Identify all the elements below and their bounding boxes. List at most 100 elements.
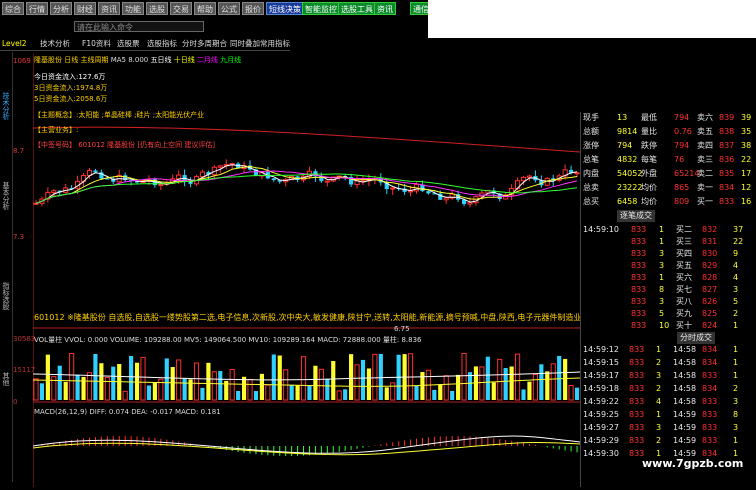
volume-bar bbox=[111, 366, 116, 400]
volume-bar bbox=[539, 364, 544, 400]
left-tab-2[interactable]: 指标选股 bbox=[1, 282, 11, 310]
bid-cell-q: 1 bbox=[659, 237, 665, 246]
toolbar-button-7[interactable]: 交易 bbox=[170, 2, 192, 15]
quote-cell-l2: 均价 bbox=[641, 183, 657, 192]
quote-cell-v1: 6458 bbox=[617, 197, 638, 206]
volume-bar bbox=[438, 384, 443, 400]
volume-bar bbox=[414, 385, 419, 400]
volume-bar bbox=[271, 354, 276, 400]
tick-cell-q2: 3 bbox=[733, 423, 739, 432]
volume-bar bbox=[93, 353, 98, 400]
fund-flow-3: 5日资金流入:2058.6万 bbox=[34, 95, 108, 103]
volume-bar bbox=[176, 359, 182, 401]
bid-cell-lv: 买七 bbox=[676, 285, 692, 294]
volume-bar bbox=[57, 365, 62, 400]
bid-cell-q: 1 bbox=[659, 273, 665, 282]
tick-cell-q: 2 bbox=[656, 358, 662, 367]
toolbar-button-9[interactable]: 公式 bbox=[218, 2, 240, 15]
volume-bar bbox=[164, 358, 169, 400]
bid-cell-bq: 1 bbox=[733, 321, 739, 330]
volume-bar bbox=[146, 385, 152, 400]
tick-cell-t2: 14:58 bbox=[673, 345, 697, 354]
tick-cell-q: 3 bbox=[656, 371, 662, 380]
quote-cell-l3: 卖二 bbox=[697, 169, 713, 178]
toolbar-button-1[interactable]: 行情 bbox=[26, 2, 48, 15]
quote-cell-v2: 65214 bbox=[674, 169, 700, 178]
volume-bar bbox=[479, 366, 485, 401]
analysis-tab-4[interactable]: 选股指标 bbox=[147, 39, 177, 49]
tick-row: 14:59:12 833 1 14:58 834 1 bbox=[581, 344, 756, 356]
candle-body bbox=[271, 178, 276, 181]
vol-header: VOL量柱 VVOL: 0.000 VOLUME: 109288.00 MV5:… bbox=[34, 336, 422, 344]
bid-row: 833 1 买六 828 4 bbox=[581, 272, 756, 284]
candle-body bbox=[93, 170, 98, 173]
volume-bar bbox=[229, 368, 235, 401]
ma-line-label-4: 九月线 bbox=[220, 56, 242, 64]
tick-row: 14:59:27 833 3 14:59 833 3 bbox=[581, 422, 756, 434]
analysis-tab-3[interactable]: 选股票 bbox=[117, 39, 140, 49]
trade-tab[interactable]: 逐笔成交 bbox=[581, 210, 756, 222]
volume-bar bbox=[366, 368, 372, 400]
quote-cell-q: 12 bbox=[741, 183, 752, 192]
volume-bar bbox=[307, 385, 312, 400]
bid-cell-q: 10 bbox=[659, 321, 670, 330]
ma-value: MA5 8.000 bbox=[110, 56, 149, 64]
toolbar-highlight-0[interactable]: 短线决策 bbox=[266, 2, 304, 15]
volume-bar bbox=[300, 356, 307, 401]
quote-cell-l3: 卖六 bbox=[697, 113, 713, 122]
analysis-tab-6[interactable]: 多周期合 bbox=[197, 39, 227, 49]
left-tab-0[interactable]: 技术分析 bbox=[1, 92, 11, 120]
blank-area bbox=[428, 0, 756, 38]
trade-tab-label[interactable]: 逐笔成交 bbox=[617, 210, 655, 222]
toolbar-button-8[interactable]: 帮助 bbox=[194, 2, 216, 15]
quote-cell-l2: 量比 bbox=[641, 127, 657, 136]
toolbar-button-10[interactable]: 报价 bbox=[242, 2, 264, 15]
bid-cell-bq: 37 bbox=[733, 225, 744, 234]
left-tab-1[interactable]: 基本分析 bbox=[1, 182, 11, 210]
quote-cell-v1: 794 bbox=[617, 141, 633, 150]
toolbar-button-2[interactable]: 分析 bbox=[50, 2, 72, 15]
macd-header: MACD(26,12,9) DIFF: 0.074 DEA: -0.017 MA… bbox=[34, 408, 221, 416]
tick-cell-p2: 833 bbox=[702, 410, 718, 419]
volume-bar bbox=[450, 390, 455, 400]
analysis-tab-8[interactable]: 常用指标 bbox=[260, 39, 290, 49]
toolbar-button-5[interactable]: 功能 bbox=[122, 2, 144, 15]
toolbar-highlight-1[interactable]: 智能监控 bbox=[302, 2, 340, 15]
sub-tab-label[interactable]: 分时成交 bbox=[677, 332, 715, 344]
tick-cell-q2: 2 bbox=[733, 384, 739, 393]
bid-cell-bq: 9 bbox=[733, 249, 739, 258]
tick-cell-t: 14:59:30 bbox=[583, 449, 619, 458]
analysis-tab-2[interactable]: F10资料 bbox=[82, 39, 111, 49]
volume-bar bbox=[527, 381, 532, 400]
quote-cell-l1: 总额 bbox=[583, 127, 599, 136]
analysis-tab-1[interactable]: 技术分析 bbox=[40, 39, 70, 49]
command-search-input[interactable]: 请在此输入命令 bbox=[74, 21, 204, 32]
analysis-tab-0[interactable]: Level2 bbox=[2, 39, 27, 49]
bid-row: 833 3 买四 830 9 bbox=[581, 248, 756, 260]
sub-tab[interactable]: 分时成交 bbox=[581, 332, 756, 344]
left-tab-3[interactable]: 其他 bbox=[1, 372, 11, 386]
tick-cell-t: 14:59:29 bbox=[583, 436, 619, 445]
volume-bar bbox=[33, 378, 39, 401]
toolbar-button-3[interactable]: 财经 bbox=[74, 2, 96, 15]
analysis-tab-7[interactable]: 同时叠加 bbox=[230, 39, 260, 49]
toolbar-button-0[interactable]: 综合 bbox=[2, 2, 24, 15]
toolbar-button-6[interactable]: 选股 bbox=[146, 2, 168, 15]
quote-cell-q: 17 bbox=[741, 169, 752, 178]
quote-row: 涨停 794 跌停 794 卖四 837 38 bbox=[581, 140, 756, 152]
bid-cell-p: 833 bbox=[631, 261, 647, 270]
bid-cell-bp: 826 bbox=[702, 297, 718, 306]
quote-cell-q: 22 bbox=[741, 155, 752, 164]
ma-line-label-2: 十日线 bbox=[173, 56, 195, 64]
quote-cell-v2: 794 bbox=[674, 141, 690, 150]
analysis-tab-5[interactable]: 分时 bbox=[182, 39, 197, 49]
tick-cell-t2: 14:58 bbox=[673, 384, 697, 393]
tick-cell-p2: 833 bbox=[702, 397, 718, 406]
y-label-vol-top: 30583 bbox=[13, 335, 36, 343]
y-label-vol-zero: 0 bbox=[13, 398, 18, 406]
quote-cell-l2: 最低 bbox=[641, 113, 657, 122]
toolbar-highlight-3[interactable]: 资讯 bbox=[374, 2, 396, 15]
bid-row: 14:59:10 833 1 买二 832 37 bbox=[581, 224, 756, 236]
toolbar-highlight-2[interactable]: 选股工具 bbox=[338, 2, 376, 15]
toolbar-button-4[interactable]: 资讯 bbox=[98, 2, 120, 15]
